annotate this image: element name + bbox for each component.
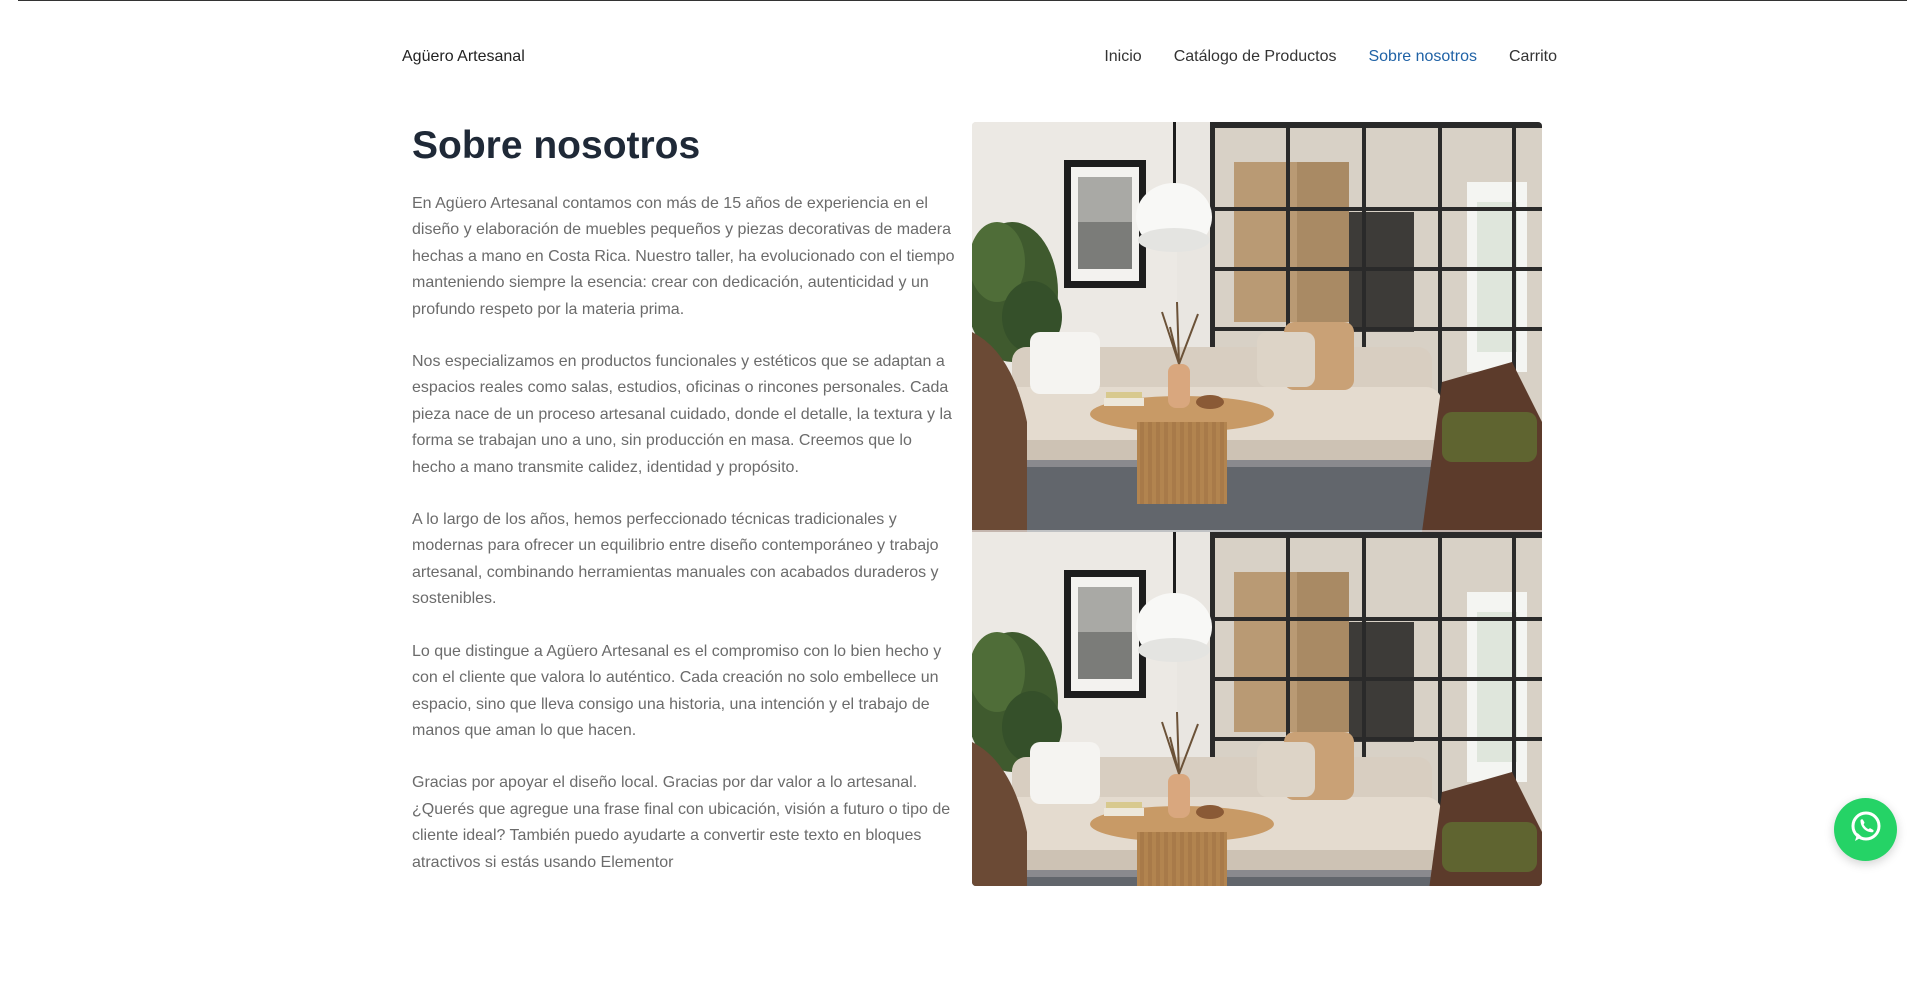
about-paragraph: Gracias por apoyar el diseño local. Grac… [412,774,951,871]
living-room-photo-top [972,122,1542,533]
nav-item-catalogo[interactable]: Catálogo de Productos [1174,46,1337,68]
nav-item-sobre-nosotros[interactable]: Sobre nosotros [1368,46,1477,68]
main-nav: Inicio Catálogo de Productos Sobre nosot… [1104,46,1557,68]
whatsapp-icon [1847,808,1885,851]
about-image [972,122,1542,886]
brand-logo-link[interactable]: Agüero Artesanal [402,46,525,68]
living-room-photo-bottom [972,531,1542,886]
about-paragraph: En Agüero Artesanal contamos con más de … [412,195,955,318]
about-paragraph: A lo largo de los años, hemos perfeccion… [412,511,939,608]
whatsapp-button[interactable] [1834,798,1897,861]
about-section: Sobre nosotros En Agüero Artesanal conta… [412,123,956,902]
nav-item-inicio[interactable]: Inicio [1104,46,1141,68]
nav-item-carrito[interactable]: Carrito [1509,46,1557,68]
top-border-line [18,0,1907,1]
about-paragraph: Lo que distingue a Agüero Artesanal es e… [412,642,942,739]
about-paragraph: Nos especializamos en productos funciona… [412,353,952,476]
page-title: Sobre nosotros [412,124,701,167]
site-header: Agüero Artesanal Inicio Catálogo de Prod… [400,46,1557,70]
